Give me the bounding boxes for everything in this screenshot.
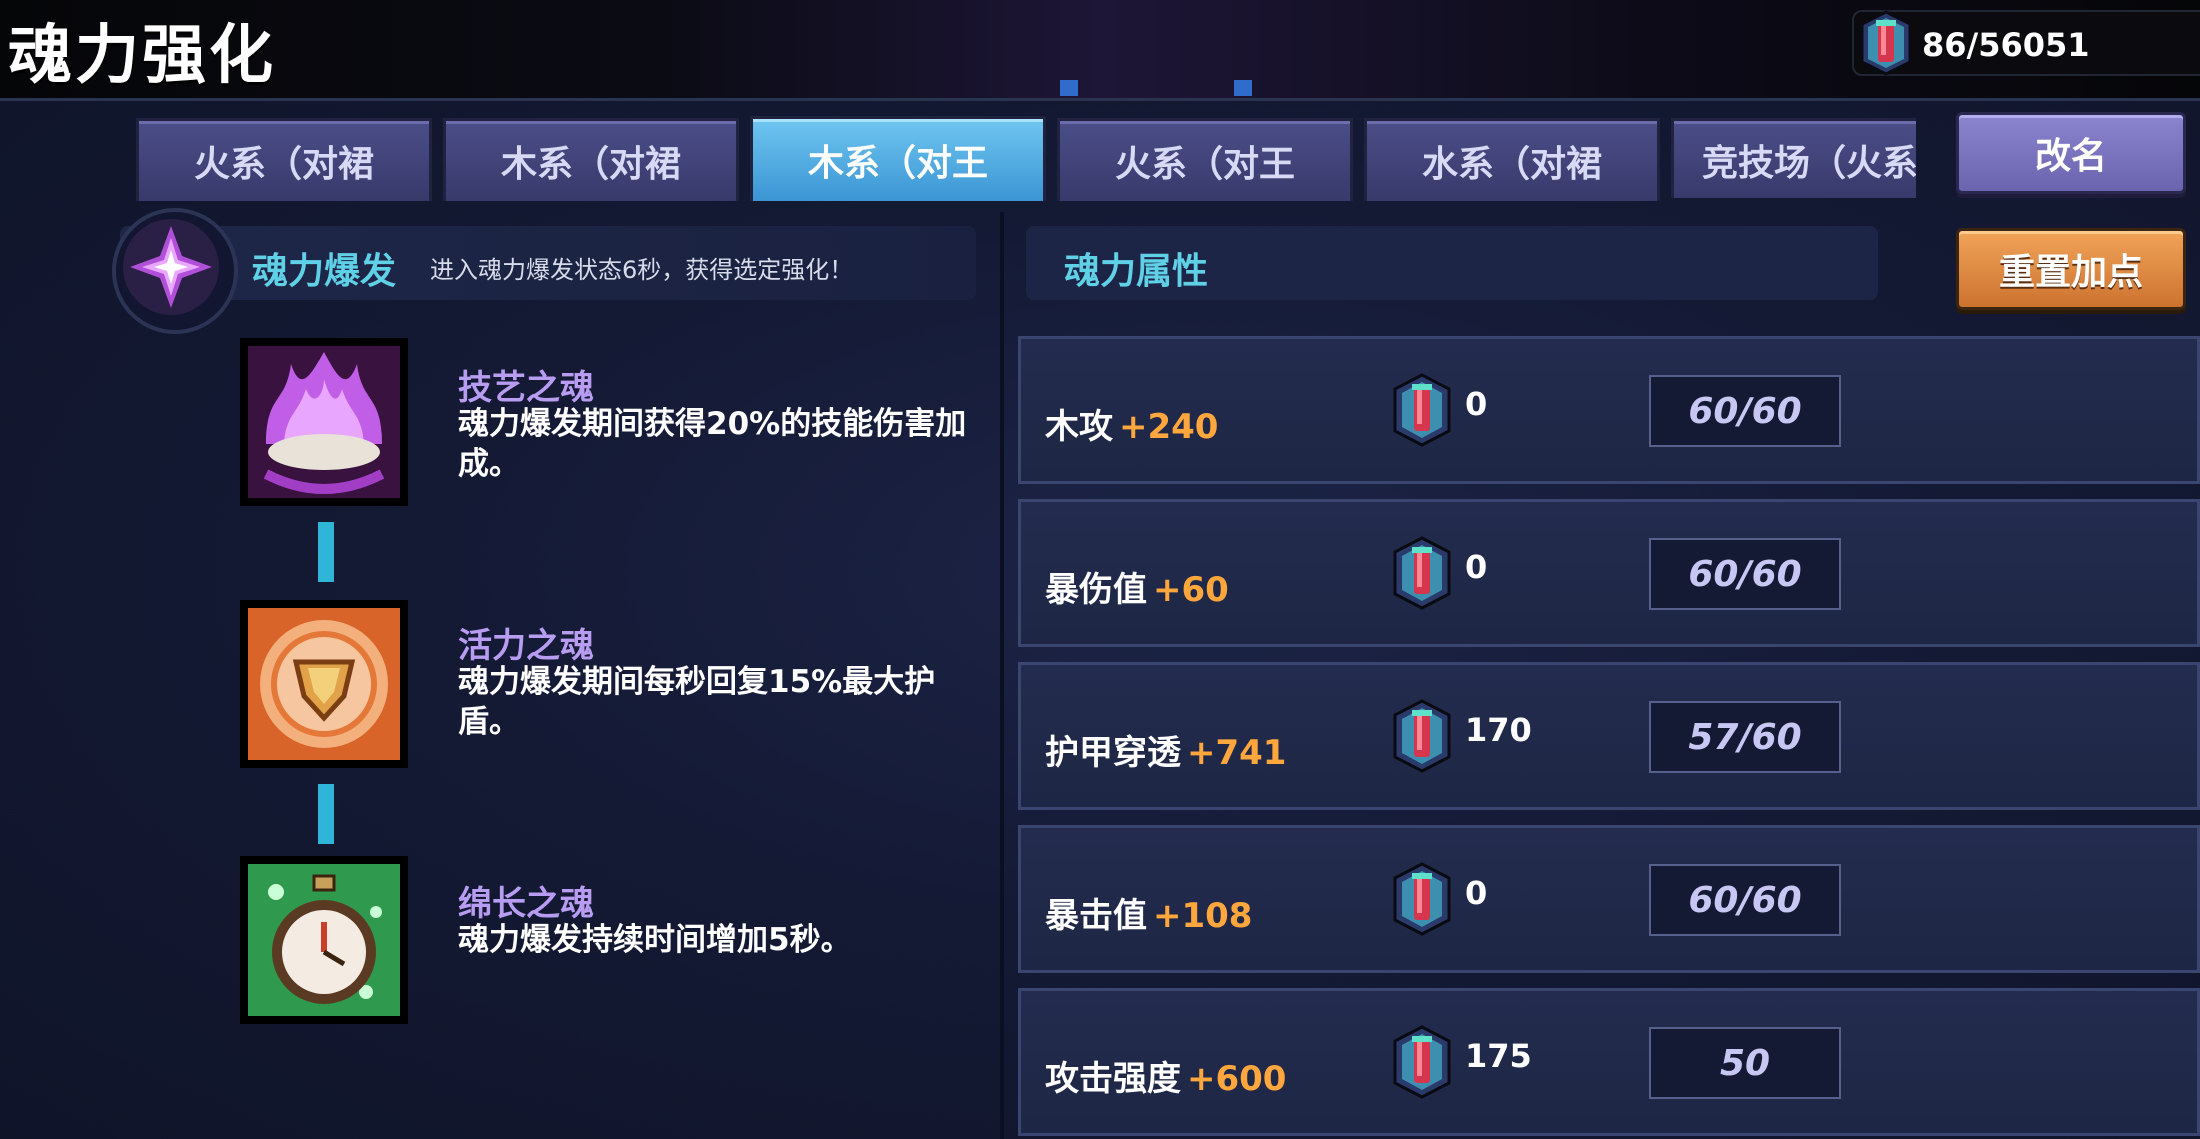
tab-label: 木系（对裙: [500, 144, 681, 185]
skill-option-technique[interactable]: [236, 334, 412, 510]
tab-label: 水系（对裙: [1421, 144, 1602, 185]
attribute-points-box[interactable]: 60/60: [1649, 375, 1841, 447]
soul-gem-count: 86/56051: [1922, 26, 2090, 64]
attribute-label: 木攻 +240: [1045, 407, 1219, 447]
top-decoration: [1060, 80, 1078, 96]
soul-gem-icon: [1393, 699, 1451, 773]
purple-crystal-star-icon: [123, 219, 219, 315]
stopwatch-icon: [240, 856, 408, 1024]
rename-button[interactable]: 改名: [1956, 112, 2186, 194]
soul-gem-counter: 86/56051: [1852, 10, 2200, 76]
attribute-label: 攻击强度 +600: [1045, 1059, 1287, 1099]
skill-name: 技艺之魂: [458, 368, 594, 408]
attribute-row-armor-penetration: 护甲穿透 +741 170 57/60: [1018, 662, 2200, 810]
tab-wood-vs-boss[interactable]: 木系（对王: [750, 116, 1046, 201]
soul-burst-emblem: [112, 208, 238, 334]
attribute-points-box[interactable]: 60/60: [1649, 538, 1841, 610]
attribute-points-box[interactable]: 57/60: [1649, 701, 1841, 773]
attribute-row-crit-rate: 暴击值 +108 0 60/60: [1018, 825, 2200, 973]
purple-flame-crown-icon: [240, 338, 408, 506]
soul-gem-icon: [1393, 862, 1451, 936]
attribute-row-wood-attack: 木攻 +240 0 60/60: [1018, 336, 2200, 484]
page-title: 魂力强化: [8, 19, 276, 93]
attribute-cost: 175: [1465, 1037, 1532, 1075]
top-bar: 魂力强化 86/56051: [0, 0, 2200, 101]
skill-option-vitality[interactable]: [236, 596, 412, 772]
skill-description: 魂力爆发期间获得20%的技能伤害加成。: [458, 406, 967, 482]
shield-emblem-icon: [240, 600, 408, 768]
skill-name: 绵长之魂: [458, 884, 594, 924]
panel-divider: [1000, 212, 1004, 1139]
tab-label: 火系（对裙: [193, 144, 374, 185]
top-decoration: [1234, 80, 1252, 96]
soul-gem-icon: [1860, 10, 1912, 76]
soul-gem-icon: [1393, 373, 1451, 447]
tab-arena-fire[interactable]: 竞技场（火系: [1671, 118, 1916, 198]
attribute-points-box[interactable]: 50: [1649, 1027, 1841, 1099]
tab-label: 木系（对王: [807, 143, 988, 184]
attribute-row-attack-power: 攻击强度 +600 175 50: [1018, 988, 2200, 1136]
skill-connector: [318, 784, 334, 844]
tab-fire-vs-boss[interactable]: 火系（对王: [1057, 118, 1353, 201]
attribute-points-box[interactable]: 60/60: [1649, 864, 1841, 936]
skill-name: 活力之魂: [458, 626, 594, 666]
reset-points-button[interactable]: 重置加点: [1956, 228, 2186, 310]
attribute-cost: 170: [1465, 711, 1532, 749]
attribute-label: 暴伤值 +60: [1045, 570, 1229, 610]
soul-gem-icon: [1393, 1025, 1451, 1099]
soul-gem-icon: [1393, 536, 1451, 610]
skill-description: 魂力爆发持续时间增加5秒。: [458, 922, 852, 958]
soul-burst-description: 进入魂力爆发状态6秒，获得选定强化！: [430, 256, 854, 284]
attribute-label: 暴击值 +108: [1045, 896, 1253, 936]
tab-fire-vs-mobs[interactable]: 火系（对裙: [136, 118, 432, 201]
tab-overflow-clip: 竞技场（火系: [1666, 110, 1916, 205]
tab-label: 火系（对王: [1114, 144, 1295, 185]
soul-attributes-title: 魂力属性: [1064, 251, 1209, 292]
tab-wood-vs-mobs[interactable]: 木系（对裙: [443, 118, 739, 201]
attribute-label: 护甲穿透 +741: [1045, 733, 1287, 773]
attribute-row-crit-damage: 暴伤值 +60 0 60/60: [1018, 499, 2200, 647]
attribute-cost: 0: [1465, 385, 1488, 423]
attribute-cost: 0: [1465, 874, 1488, 912]
skill-connector: [318, 522, 334, 582]
skill-description: 魂力爆发期间每秒回复15%最大护盾。: [458, 664, 936, 740]
tab-water-vs-mobs[interactable]: 水系（对裙: [1364, 118, 1660, 201]
attribute-cost: 0: [1465, 548, 1488, 586]
soul-burst-title: 魂力爆发: [252, 251, 397, 292]
skill-option-endurance[interactable]: [236, 852, 412, 1028]
tab-label: 竞技场（火系: [1702, 142, 1916, 184]
